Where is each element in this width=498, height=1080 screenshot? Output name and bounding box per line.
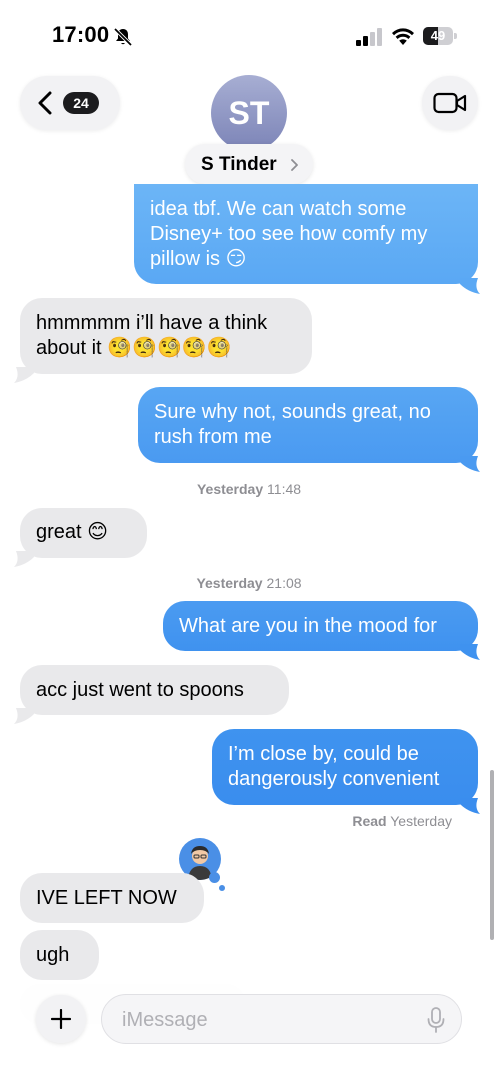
- message-bubble-incoming[interactable]: great 😊: [20, 508, 147, 558]
- contact-name-button[interactable]: S Tinder: [185, 144, 313, 184]
- unread-count-badge: 24: [63, 92, 99, 114]
- wifi-icon: [392, 28, 414, 45]
- timestamp-day: Yesterday: [196, 481, 264, 497]
- bubble-tail: [14, 367, 34, 383]
- message-bubble-incoming[interactable]: hmmmmm i’ll have a think about it 🧐🧐🧐🧐🧐: [20, 298, 312, 374]
- message-bubble-outgoing[interactable]: I’m close by, could be dangerously conve…: [212, 729, 478, 805]
- status-bar: 17:00 49: [0, 0, 498, 70]
- signal-icon: [356, 28, 382, 46]
- message-bubble-incoming[interactable]: acc just went to spoons: [20, 665, 289, 715]
- message-bubble-incoming[interactable]: ugh: [20, 930, 99, 980]
- contact-avatar[interactable]: ST: [211, 75, 287, 151]
- imessage-input-field[interactable]: [101, 994, 462, 1044]
- read-label: Read: [352, 813, 387, 829]
- timestamp: Yesterday 11:48: [0, 481, 498, 497]
- timestamp-time: 11:48: [267, 481, 302, 497]
- battery-percent: 49: [430, 28, 446, 43]
- mute-bell-icon: [113, 27, 133, 47]
- bubble-tail: [460, 456, 480, 472]
- contact-name: S Tinder: [201, 154, 277, 175]
- typing-dot: [209, 872, 220, 883]
- timestamp-time: 21:08: [266, 575, 302, 591]
- typing-dot: [219, 885, 225, 891]
- status-time: 17:00: [52, 22, 110, 47]
- microphone-icon[interactable]: [427, 1007, 445, 1033]
- video-camera-icon: [433, 92, 467, 114]
- facetime-video-button[interactable]: [422, 76, 478, 130]
- timestamp-day: Yesterday: [196, 575, 263, 591]
- message-bubble-incoming[interactable]: IVE LEFT NOW: [20, 873, 204, 923]
- message-bubble-outgoing[interactable]: Sure why not, sounds great, no rush from…: [138, 387, 478, 463]
- battery-icon: 49: [423, 27, 457, 45]
- read-time: Yesterday: [390, 813, 452, 829]
- read-receipt: Read Yesterday: [352, 813, 452, 829]
- apps-plus-button[interactable]: [36, 995, 86, 1043]
- bubble-tail: [14, 708, 34, 724]
- plus-icon: [51, 1009, 71, 1029]
- bubble-tail: [460, 798, 480, 814]
- scrollbar[interactable]: [490, 770, 494, 940]
- message-bubble-outgoing[interactable]: idea tbf. We can watch some Disney+ too …: [134, 184, 478, 284]
- message-input[interactable]: [122, 1007, 412, 1033]
- timestamp: Yesterday 21:08: [0, 575, 498, 591]
- back-button[interactable]: 24: [20, 76, 120, 130]
- message-bubble-outgoing[interactable]: What are you in the mood for: [163, 601, 478, 651]
- bubble-tail: [14, 551, 34, 567]
- chevron-left-icon: [38, 91, 52, 115]
- chevron-right-icon: [291, 159, 298, 171]
- bubble-tail: [460, 278, 480, 294]
- bubble-tail: [460, 644, 480, 660]
